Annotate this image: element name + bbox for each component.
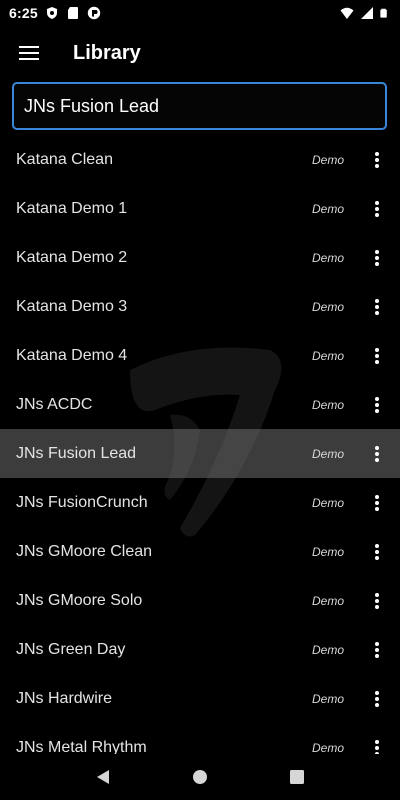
home-icon <box>192 770 207 784</box>
more-options-button[interactable] <box>365 634 389 666</box>
preset-name: Katana Demo 1 <box>16 199 128 217</box>
preset-row[interactable]: Katana Demo 1 Demo <box>0 184 400 233</box>
more-vert-icon <box>375 249 379 266</box>
shield-notification-icon <box>46 7 57 19</box>
wifi-icon <box>340 7 354 19</box>
preset-name: Katana Clean <box>16 150 113 168</box>
menu-button[interactable] <box>17 41 41 65</box>
more-vert-icon <box>375 641 379 658</box>
more-vert-icon <box>375 347 379 364</box>
more-vert-icon <box>375 592 379 609</box>
back-icon <box>97 770 110 784</box>
more-options-button[interactable] <box>365 683 389 715</box>
more-vert-icon <box>375 739 379 754</box>
more-options-button[interactable] <box>365 536 389 568</box>
preset-row[interactable]: Katana Demo 3 Demo <box>0 282 400 331</box>
more-options-button[interactable] <box>365 291 389 323</box>
preset-row[interactable]: Katana Demo 2 Demo <box>0 233 400 282</box>
status-time: 6:25 <box>9 5 38 21</box>
hamburger-menu-icon <box>19 46 39 60</box>
preset-tag: Demo <box>311 250 344 265</box>
sd-card-icon <box>67 7 78 19</box>
preset-tag: Demo <box>311 348 344 363</box>
preset-tag: Demo <box>311 446 344 461</box>
preset-tag: Demo <box>311 740 344 755</box>
preset-list[interactable]: Katana Clean Demo Katana Demo 1 Demo Katana … <box>0 135 400 754</box>
more-options-button[interactable] <box>365 242 389 274</box>
battery-icon <box>380 8 387 18</box>
preset-row[interactable]: JNs Metal Rhythm Demo <box>0 723 400 754</box>
app-notification-icon <box>87 6 101 20</box>
preset-row[interactable]: JNs GMoore Clean Demo <box>0 527 400 576</box>
preset-row[interactable]: JNs ACDC Demo <box>0 380 400 429</box>
preset-tag: Demo <box>311 152 344 167</box>
more-options-button[interactable] <box>365 585 389 617</box>
search-input[interactable] <box>14 84 385 128</box>
preset-row[interactable]: JNs Hardwire Demo <box>0 674 400 723</box>
status-bar: 6:25 <box>0 0 400 26</box>
preset-name: Katana Demo 2 <box>16 248 128 266</box>
more-vert-icon <box>375 200 379 217</box>
more-options-button[interactable] <box>365 340 389 372</box>
app-bar: Library <box>0 26 400 80</box>
preset-row[interactable]: Katana Clean Demo <box>0 135 400 184</box>
library-screen: 6:25 Library JNs Fusion Lead Katana Clea… <box>0 0 400 800</box>
preset-row[interactable]: JNs Green Day Demo <box>0 625 400 674</box>
more-options-button[interactable] <box>365 438 389 470</box>
page-title: Library <box>73 41 141 64</box>
recents-icon <box>289 770 304 784</box>
preset-tag: Demo <box>311 397 344 412</box>
more-options-button[interactable] <box>365 389 389 421</box>
preset-tag: Demo <box>311 201 344 216</box>
preset-tag: Demo <box>311 495 344 510</box>
preset-tag: Demo <box>311 544 344 559</box>
more-vert-icon <box>375 543 379 560</box>
recents-button[interactable] <box>277 757 317 797</box>
more-options-button[interactable] <box>365 193 389 225</box>
home-button[interactable] <box>180 757 220 797</box>
preset-name: JNs GMoore Solo <box>16 591 143 609</box>
preset-name: Katana Demo 3 <box>16 297 128 315</box>
more-options-button[interactable] <box>365 144 389 176</box>
back-button[interactable] <box>83 757 123 797</box>
more-vert-icon <box>375 445 379 462</box>
cellular-signal-icon <box>361 7 373 19</box>
preset-tag: Demo <box>311 593 344 608</box>
preset-name: Katana Demo 4 <box>16 346 128 364</box>
preset-name: JNs Fusion Lead <box>16 444 137 462</box>
preset-name: JNs GMoore Clean <box>16 542 153 560</box>
more-vert-icon <box>375 298 379 315</box>
preset-name: JNs Green Day <box>16 640 126 658</box>
more-vert-icon <box>375 690 379 707</box>
preset-name: JNs Hardwire <box>16 689 113 707</box>
preset-row[interactable]: JNs GMoore Solo Demo <box>0 576 400 625</box>
preset-tag: Demo <box>311 299 344 314</box>
preset-tag: Demo <box>311 642 344 657</box>
preset-row[interactable]: Katana Demo 4 Demo <box>0 331 400 380</box>
system-nav-bar <box>0 754 400 800</box>
preset-name: JNs FusionCrunch <box>16 493 148 511</box>
preset-tag: Demo <box>311 691 344 706</box>
more-vert-icon <box>375 151 379 168</box>
more-options-button[interactable] <box>365 487 389 519</box>
more-vert-icon <box>375 396 379 413</box>
preset-row[interactable]: JNs FusionCrunch Demo <box>0 478 400 527</box>
preset-name: JNs Metal Rhythm <box>16 738 147 755</box>
more-options-button[interactable] <box>365 732 389 754</box>
more-vert-icon <box>375 494 379 511</box>
search-field[interactable] <box>12 82 387 130</box>
preset-row[interactable]: JNs Fusion Lead Demo <box>0 429 400 478</box>
preset-name: JNs ACDC <box>16 395 93 413</box>
